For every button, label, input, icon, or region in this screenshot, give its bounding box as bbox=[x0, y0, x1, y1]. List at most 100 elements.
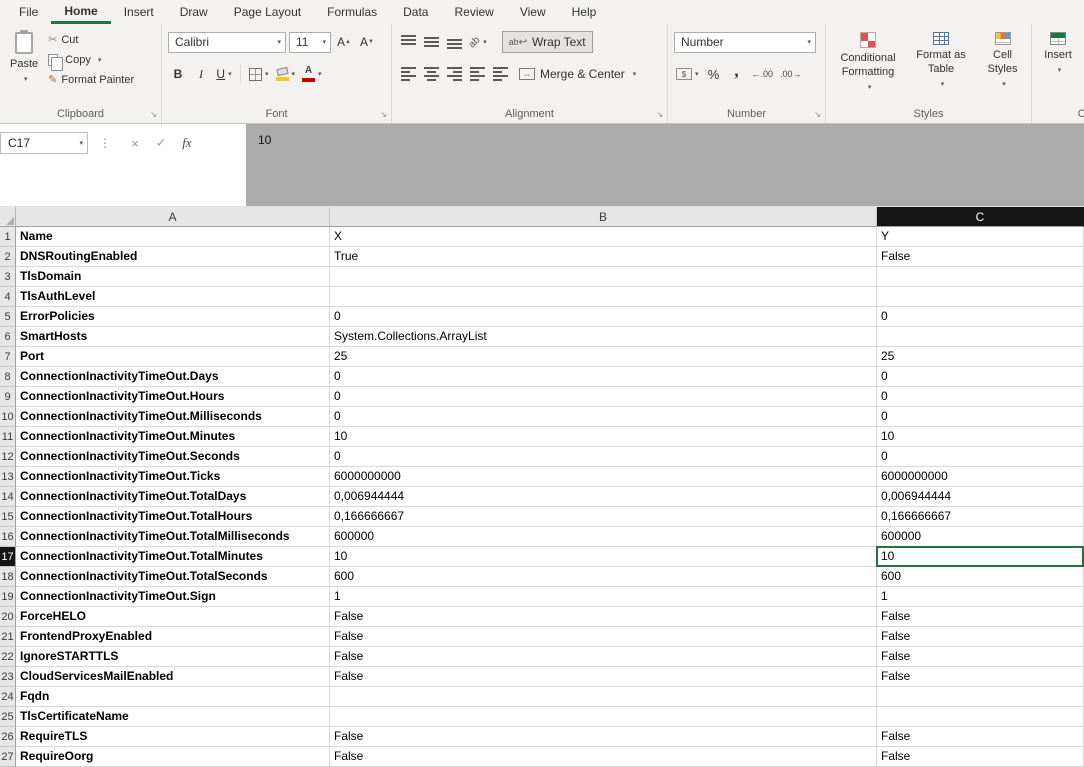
row-header-26[interactable]: 26 bbox=[0, 727, 16, 747]
cell-A21[interactable]: FrontendProxyEnabled bbox=[16, 627, 330, 647]
clipboard-dialog-launcher[interactable]: ↘ bbox=[150, 111, 157, 119]
decrease-indent-button[interactable] bbox=[467, 64, 487, 84]
paste-dropdown-icon[interactable]: ▾ bbox=[24, 76, 28, 83]
accounting-format-button[interactable]: $ ▾ bbox=[674, 64, 701, 84]
font-dialog-launcher[interactable]: ↘ bbox=[380, 111, 387, 119]
row-header-25[interactable]: 25 bbox=[0, 707, 16, 727]
copy-button[interactable]: Copy ▾ bbox=[48, 52, 134, 71]
row-header-17[interactable]: 17 bbox=[0, 547, 16, 567]
cell-B1[interactable]: X bbox=[330, 227, 877, 247]
row-header-20[interactable]: 20 bbox=[0, 607, 16, 627]
row-header-3[interactable]: 3 bbox=[0, 267, 16, 287]
name-box-caret-icon[interactable]: ▾ bbox=[79, 140, 83, 147]
cell-B23[interactable]: False bbox=[330, 667, 877, 687]
tab-draw[interactable]: Draw bbox=[167, 0, 221, 24]
select-all-corner[interactable] bbox=[0, 207, 16, 227]
insert-function-button[interactable]: fx bbox=[174, 135, 200, 151]
row-header-5[interactable]: 5 bbox=[0, 307, 16, 327]
cell-B22[interactable]: False bbox=[330, 647, 877, 667]
row-header-6[interactable]: 6 bbox=[0, 327, 16, 347]
tab-data[interactable]: Data bbox=[390, 0, 441, 24]
cell-C18[interactable]: 600 bbox=[877, 567, 1084, 587]
cell-A1[interactable]: Name bbox=[16, 227, 330, 247]
cell-A7[interactable]: Port bbox=[16, 347, 330, 367]
align-middle-button[interactable] bbox=[421, 32, 441, 52]
tab-review[interactable]: Review bbox=[441, 0, 506, 24]
fill-color-button[interactable]: ▾ bbox=[274, 64, 298, 84]
comma-style-button[interactable]: , bbox=[727, 61, 747, 84]
row-header-12[interactable]: 12 bbox=[0, 447, 16, 467]
cell-B13[interactable]: 6000000000 bbox=[330, 467, 877, 487]
align-right-button[interactable] bbox=[444, 64, 464, 84]
cell-C10[interactable]: 0 bbox=[877, 407, 1084, 427]
cell-A2[interactable]: DNSRoutingEnabled bbox=[16, 247, 330, 267]
row-header-18[interactable]: 18 bbox=[0, 567, 16, 587]
cell-B27[interactable]: False bbox=[330, 747, 877, 767]
cell-C2[interactable]: False bbox=[877, 247, 1084, 267]
cell-B8[interactable]: 0 bbox=[330, 367, 877, 387]
row-header-4[interactable]: 4 bbox=[0, 287, 16, 307]
cell-B21[interactable]: False bbox=[330, 627, 877, 647]
row-header-8[interactable]: 8 bbox=[0, 367, 16, 387]
cell-C5[interactable]: 0 bbox=[877, 307, 1084, 327]
cell-A24[interactable]: Fqdn bbox=[16, 687, 330, 707]
number-dialog-launcher[interactable]: ↘ bbox=[814, 111, 821, 119]
cell-A9[interactable]: ConnectionInactivityTimeOut.Hours bbox=[16, 387, 330, 407]
enter-button[interactable]: ✓ bbox=[148, 135, 174, 151]
cell-styles-button[interactable]: Cell Styles ▾ bbox=[978, 30, 1027, 105]
row-header-24[interactable]: 24 bbox=[0, 687, 16, 707]
row-header-7[interactable]: 7 bbox=[0, 347, 16, 367]
cell-A26[interactable]: RequireTLS bbox=[16, 727, 330, 747]
cell-B6[interactable]: System.Collections.ArrayList bbox=[330, 327, 877, 347]
cell-A6[interactable]: SmartHosts bbox=[16, 327, 330, 347]
cell-C8[interactable]: 0 bbox=[877, 367, 1084, 387]
cell-A10[interactable]: ConnectionInactivityTimeOut.Milliseconds bbox=[16, 407, 330, 427]
row-header-11[interactable]: 11 bbox=[0, 427, 16, 447]
column-header-a[interactable]: A bbox=[16, 207, 330, 227]
cell-C23[interactable]: False bbox=[877, 667, 1084, 687]
cell-B16[interactable]: 600000 bbox=[330, 527, 877, 547]
orientation-button[interactable]: ab ▾ bbox=[467, 32, 489, 52]
row-header-15[interactable]: 15 bbox=[0, 507, 16, 527]
decrease-decimal-button[interactable]: .00→ bbox=[778, 64, 804, 84]
cell-C21[interactable]: False bbox=[877, 627, 1084, 647]
formula-bar-resize-handle[interactable]: ⋮ bbox=[99, 136, 111, 150]
formula-input[interactable]: 10 bbox=[246, 124, 1084, 206]
cell-C15[interactable]: 0,166666667 bbox=[877, 507, 1084, 527]
cell-B5[interactable]: 0 bbox=[330, 307, 877, 327]
conditional-formatting-button[interactable]: Conditional Formatting ▾ bbox=[832, 30, 904, 105]
align-top-button[interactable] bbox=[398, 32, 418, 52]
cell-A14[interactable]: ConnectionInactivityTimeOut.TotalDays bbox=[16, 487, 330, 507]
row-header-21[interactable]: 21 bbox=[0, 627, 16, 647]
row-header-13[interactable]: 13 bbox=[0, 467, 16, 487]
row-header-9[interactable]: 9 bbox=[0, 387, 16, 407]
decrease-font-button[interactable]: A ▼ bbox=[357, 32, 377, 52]
cut-button[interactable]: ✂ Cut bbox=[48, 32, 134, 48]
cell-C20[interactable]: False bbox=[877, 607, 1084, 627]
font-name-select[interactable]: Calibri ▾ bbox=[168, 31, 286, 53]
cell-B25[interactable] bbox=[330, 707, 877, 727]
cell-C27[interactable]: False bbox=[877, 747, 1084, 767]
cell-C9[interactable]: 0 bbox=[877, 387, 1084, 407]
tab-file[interactable]: File bbox=[6, 0, 51, 24]
cell-A25[interactable]: TlsCertificateName bbox=[16, 707, 330, 727]
cell-A19[interactable]: ConnectionInactivityTimeOut.Sign bbox=[16, 587, 330, 607]
cell-B7[interactable]: 25 bbox=[330, 347, 877, 367]
cell-B19[interactable]: 1 bbox=[330, 587, 877, 607]
cell-C19[interactable]: 1 bbox=[877, 587, 1084, 607]
row-header-19[interactable]: 19 bbox=[0, 587, 16, 607]
column-header-c[interactable]: C bbox=[877, 207, 1084, 227]
cell-C1[interactable]: Y bbox=[877, 227, 1084, 247]
cell-C3[interactable] bbox=[877, 267, 1084, 287]
percent-style-button[interactable]: % bbox=[704, 64, 724, 84]
row-header-10[interactable]: 10 bbox=[0, 407, 16, 427]
cell-A13[interactable]: ConnectionInactivityTimeOut.Ticks bbox=[16, 467, 330, 487]
underline-button[interactable]: U ▾ bbox=[214, 64, 234, 84]
name-box[interactable]: C17 ▾ bbox=[0, 132, 88, 154]
cell-B11[interactable]: 10 bbox=[330, 427, 877, 447]
tab-insert[interactable]: Insert bbox=[111, 0, 167, 24]
cell-A3[interactable]: TlsDomain bbox=[16, 267, 330, 287]
cell-A20[interactable]: ForceHELO bbox=[16, 607, 330, 627]
cell-B12[interactable]: 0 bbox=[330, 447, 877, 467]
cell-A5[interactable]: ErrorPolicies bbox=[16, 307, 330, 327]
